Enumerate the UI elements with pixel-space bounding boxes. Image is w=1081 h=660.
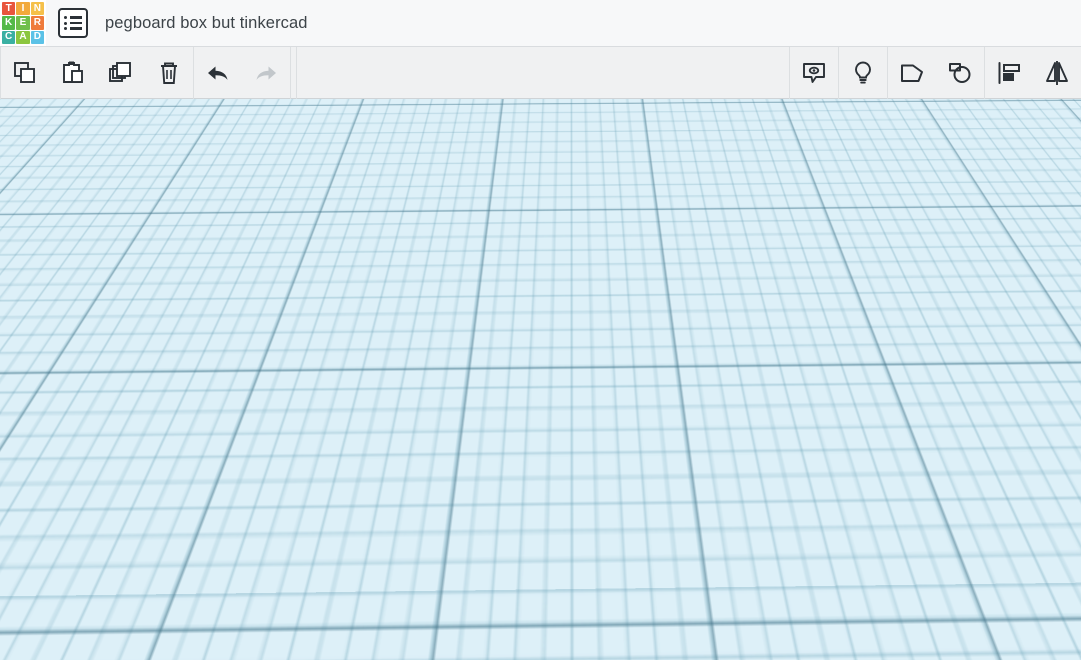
logo-tile-n: N: [30, 2, 44, 16]
fit-view-button[interactable]: [20, 269, 50, 299]
menu-icon-row: [64, 27, 82, 30]
model-scene[interactable]: [0, 99, 1081, 660]
view-nav-controls: [20, 227, 50, 425]
logo-tile-t: T: [2, 2, 16, 16]
menu-icon-dot: [64, 16, 67, 19]
top-bar: TINKERCAD pegboard box but tinkercad: [0, 0, 1081, 47]
rotate-handle-left[interactable]: [409, 166, 434, 178]
menu-icon-row: [64, 16, 82, 19]
shapes-panel-collapse-button[interactable]: [823, 99, 863, 157]
horizontal-scrollbar[interactable]: [0, 649, 1081, 660]
horizontal-scrollbar-thumb[interactable]: [70, 650, 570, 659]
document-title[interactable]: pegboard box but tinkercad: [105, 14, 308, 33]
peg-cylinder-right[interactable]: [495, 162, 530, 207]
align-button[interactable]: [985, 47, 1033, 99]
logo-tile-r: R: [30, 16, 44, 30]
unlock-icon[interactable]: [1022, 122, 1040, 142]
delete-button[interactable]: [145, 47, 193, 99]
group-button[interactable]: [888, 47, 936, 99]
resize-handle-white[interactable]: [562, 297, 578, 313]
undo-button[interactable]: [194, 47, 242, 99]
chevron-down-icon: [834, 123, 851, 134]
shapes-panel-body: Shapes(3): [863, 99, 1081, 157]
shapes-panel: Shapes(3): [822, 99, 1081, 158]
shapes-panel-actions: [1022, 121, 1071, 142]
edit-toolbar: [0, 46, 1081, 99]
menu-icon-dot: [64, 21, 67, 25]
logo-tile-k: K: [2, 16, 16, 30]
ungroup-button[interactable]: [936, 47, 984, 99]
solid-swatch[interactable]: [879, 127, 907, 155]
zoom-out-button[interactable]: [20, 353, 50, 383]
caret-up-icon: [1056, 638, 1064, 643]
menu-icon-dot: [64, 27, 67, 30]
lightbulb-icon[interactable]: [1054, 121, 1071, 142]
rotate-handle-right[interactable]: [643, 156, 677, 170]
project-menu-button[interactable]: [58, 8, 88, 38]
paste-button[interactable]: [49, 47, 97, 99]
hint-button[interactable]: [839, 47, 887, 99]
menu-icon-bar: [69, 27, 82, 30]
mirror-button[interactable]: [1033, 47, 1081, 99]
toolbar-divider: [290, 46, 291, 99]
height-handle-arrow[interactable]: [560, 147, 580, 169]
menu-icon-bar: [69, 21, 82, 25]
view-cube[interactable]: RIGHT BACK: [16, 116, 110, 216]
menu-icon-row: [64, 21, 82, 25]
resize-handle-white[interactable]: [523, 434, 539, 450]
peg-cylinder-left[interactable]: [296, 206, 331, 236]
logo-tile-c: C: [2, 30, 16, 44]
perspective-toggle-button[interactable]: [20, 395, 50, 425]
resize-handle-white[interactable]: [286, 580, 302, 596]
resize-handle-black[interactable]: [431, 495, 442, 506]
menu-icon-bar: [69, 16, 82, 19]
view-cube-front-label: RIGHT: [27, 172, 72, 187]
hole-swatch[interactable]: [913, 127, 941, 155]
duplicate-button[interactable]: [97, 47, 145, 99]
zoom-in-button[interactable]: [20, 311, 50, 341]
edit-grid-button[interactable]: Edit Grid: [992, 595, 1073, 622]
home-view-button[interactable]: [20, 227, 50, 257]
logo-tile-e: E: [16, 16, 30, 30]
logo-tile-d: D: [30, 30, 44, 44]
copy-button[interactable]: [1, 47, 49, 99]
notes-button[interactable]: [790, 47, 838, 99]
resize-handle-black[interactable]: [720, 586, 731, 597]
tinkercad-logo[interactable]: TINKERCAD: [0, 0, 46, 46]
logo-tile-i: I: [16, 2, 30, 16]
logo-tile-a: A: [16, 30, 30, 44]
resize-handle-white[interactable]: [776, 495, 792, 511]
tinkercad-editor: TINKERCAD pegboard box but tinkercad RIG…: [0, 0, 1081, 660]
viewport-canvas[interactable]: RIGHT BACK Shapes(3) Edit Grid Snap Grid…: [0, 99, 1081, 660]
snap-grid-label: Snap Grid: [932, 633, 991, 648]
snap-grid-value: 0.1 mm: [1008, 633, 1052, 648]
redo-button[interactable]: [242, 47, 290, 99]
